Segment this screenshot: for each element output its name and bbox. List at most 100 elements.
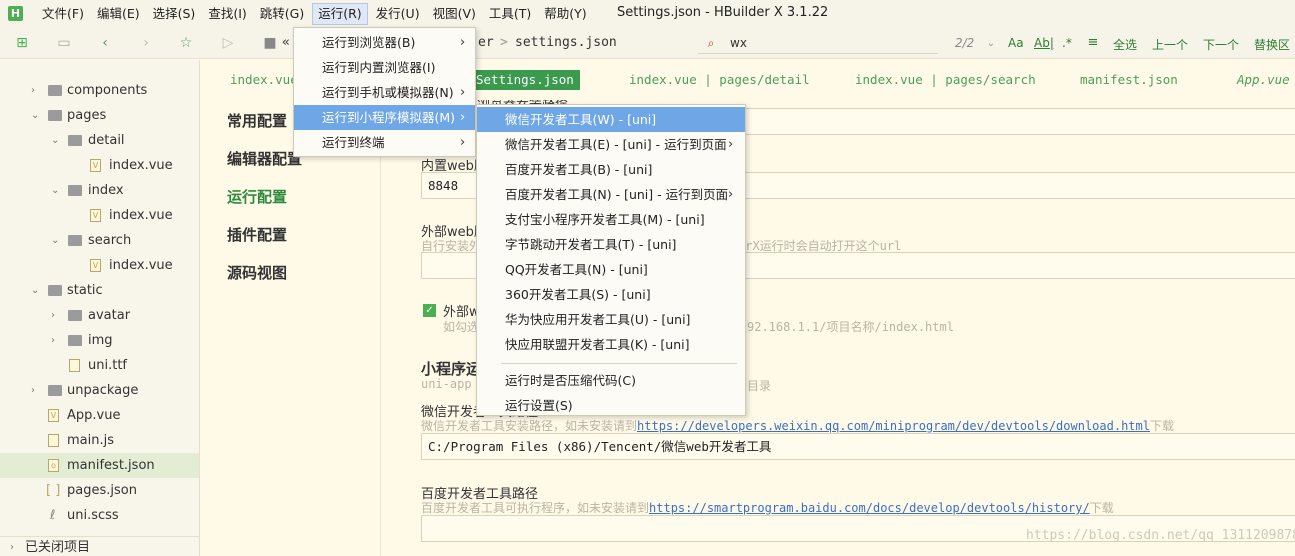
tree-item[interactable]: › components <box>0 78 199 103</box>
find-input[interactable]: wx <box>730 36 747 50</box>
menu-run-browser[interactable]: 运行到浏览器(B) › <box>294 30 475 55</box>
list-icon[interactable]: ≡ <box>1085 35 1101 51</box>
new-file-icon[interactable]: ⊞ <box>14 35 30 51</box>
wx-download-link[interactable]: https://developers.weixin.qq.com/minipro… <box>637 419 1150 433</box>
scss-file-icon: ℓ <box>50 508 56 523</box>
find-regex-toggle[interactable]: .* <box>1062 36 1072 50</box>
tree-item[interactable]: ⌄ index <box>0 178 199 203</box>
tab-manifest[interactable]: manifest.json <box>1080 70 1178 90</box>
chevron-down-icon[interactable]: ⌄ <box>983 36 999 52</box>
tree-item[interactable]: ⌄ pages <box>0 103 199 128</box>
chevron-right-icon[interactable]: › <box>31 378 35 403</box>
menu-baidu-devtools[interactable]: 百度开发者工具(B) - [uni] <box>477 157 745 182</box>
tree-item[interactable]: o manifest.json <box>0 453 199 478</box>
tree-item[interactable]: ℓ uni.scss <box>0 503 199 528</box>
menu-file[interactable]: 文件(F) <box>37 3 89 25</box>
baidu-download-link[interactable]: https://smartprogram.baidu.com/docs/deve… <box>649 501 1090 515</box>
replace-toggle[interactable]: 替换区 <box>1254 36 1290 53</box>
chevron-right-icon[interactable]: › <box>31 78 35 103</box>
window-title: Settings.json - HBuilder X 3.1.22 <box>617 5 829 20</box>
tree-item[interactable]: [ ] pages.json <box>0 478 199 503</box>
wx-path-field[interactable]: C:/Program Files (x86)/Tencent/微信web开发者工… <box>421 433 1295 460</box>
nav-run[interactable]: 运行配置 <box>227 186 287 207</box>
tree-item[interactable]: V index.vue <box>0 253 199 278</box>
chevron-right-icon: › <box>460 85 466 100</box>
menu-edit[interactable]: 编辑(E) <box>92 3 145 25</box>
find-word-toggle[interactable]: Ab| <box>1034 36 1054 50</box>
tree-item[interactable]: V App.vue <box>0 403 199 428</box>
tree-item[interactable]: › img <box>0 328 199 353</box>
menu-publish[interactable]: 发行(U) <box>371 3 425 25</box>
chevron-down-icon[interactable]: ⌄ <box>51 128 59 153</box>
breadcrumb-file[interactable]: settings.json <box>515 35 617 50</box>
find-case-toggle[interactable]: Aa <box>1008 36 1024 50</box>
tree-item[interactable]: uni.ttf <box>0 353 199 378</box>
menu-bytedance-devtools[interactable]: 字节跳动开发者工具(T) - [uni] <box>477 232 745 257</box>
find-select-all[interactable]: 全选 <box>1113 36 1137 53</box>
vue-file-icon: V <box>90 259 101 272</box>
wx-path-hint: 微信开发者工具安装路径，如未安装请到https://developers.wei… <box>421 419 1174 433</box>
menu-tools[interactable]: 工具(T) <box>484 3 536 25</box>
chevron-down-icon[interactable]: ⌄ <box>51 178 59 203</box>
chevron-right-icon[interactable]: › <box>51 303 55 328</box>
tab-app-vue[interactable]: App.vue <box>1237 70 1290 90</box>
menu-find[interactable]: 查找(I) <box>203 3 251 25</box>
tree-item[interactable]: V index.vue <box>0 153 199 178</box>
chevron-down-icon[interactable]: ⌄ <box>31 278 39 303</box>
tab-index-vue[interactable]: index.vue <box>230 70 298 90</box>
menu-wx-devtools-page[interactable]: 微信开发者工具(E) - [uni] - 运行到页面 › <box>477 132 745 157</box>
closed-projects[interactable]: › 已关闭项目 <box>0 536 200 556</box>
tab-settings-json[interactable]: Settings.json <box>470 70 580 90</box>
run-menu: 运行到浏览器(B) › 运行到内置浏览器(I) 运行到手机或模拟器(N) › 运行到… <box>293 27 476 157</box>
chevron-right-icon[interactable]: › <box>10 537 14 556</box>
menu-run-miniprogram[interactable]: 运行到小程序模拟器(M) › <box>294 105 475 130</box>
find-prev[interactable]: 上一个 <box>1152 36 1188 53</box>
menu-360-devtools[interactable]: 360开发者工具(S) - [uni] <box>477 282 745 307</box>
menu-run[interactable]: 运行(R) <box>312 2 368 25</box>
menu-run-terminal[interactable]: 运行到终端 › <box>294 130 475 155</box>
menu-goto[interactable]: 跳转(G) <box>255 3 309 25</box>
tree-item[interactable]: ⌄ static <box>0 278 199 303</box>
nav-editor[interactable]: 编辑器配置 <box>227 148 302 169</box>
menu-baidu-devtools-page[interactable]: 百度开发者工具(N) - [uni] - 运行到页面 › <box>477 182 745 207</box>
menu-run-device[interactable]: 运行到手机或模拟器(N) › <box>294 80 475 105</box>
menu-run-settings[interactable]: 运行设置(S) <box>477 393 745 418</box>
tree-item[interactable]: ⌄ search <box>0 228 199 253</box>
chevron-down-icon[interactable]: ⌄ <box>31 103 39 128</box>
nav-plugins[interactable]: 插件配置 <box>227 224 287 245</box>
tree-item[interactable]: › unpackage <box>0 378 199 403</box>
find-search-icon: ⌕ <box>707 36 715 50</box>
forward-icon[interactable]: › <box>138 35 154 51</box>
menu-wx-devtools[interactable]: 微信开发者工具(W) - [uni] <box>477 107 745 132</box>
tree-item[interactable]: main.js <box>0 428 199 453</box>
save-icon[interactable]: ▭ <box>56 35 72 51</box>
back-icon[interactable]: ‹ <box>97 35 113 51</box>
tab-search[interactable]: index.vue | pages/search <box>855 70 1036 90</box>
star-icon[interactable]: ☆ <box>178 35 194 51</box>
watermark: https://blog.csdn.net/qq_1311209878 <box>1026 528 1295 543</box>
external-server-checkbox[interactable]: ✓ <box>423 304 436 317</box>
nav-general[interactable]: 常用配置 <box>227 110 287 131</box>
tree-item[interactable]: V index.vue <box>0 203 199 228</box>
menu-alipay-devtools[interactable]: 支付宝小程序开发者工具(M) - [uni] <box>477 207 745 232</box>
chevron-down-icon[interactable]: ⌄ <box>51 228 59 253</box>
menu-view[interactable]: 视图(V) <box>428 3 481 25</box>
baidu-path-hint: 百度开发者工具可执行程序，如未安装请到https://smartprogram.… <box>421 501 1114 515</box>
tree-item[interactable]: › avatar <box>0 303 199 328</box>
menu-huawei-quickapp[interactable]: 华为快应用开发者工具(U) - [uni] <box>477 307 745 332</box>
tree-item[interactable]: ⌄ detail <box>0 128 199 153</box>
nav-source[interactable]: 源码视图 <box>227 262 287 283</box>
chevron-right-icon[interactable]: › <box>51 328 55 353</box>
run-icon[interactable]: ▷ <box>220 35 236 51</box>
menu-select[interactable]: 选择(S) <box>148 3 201 25</box>
breadcrumb-part[interactable]: er <box>478 35 494 50</box>
menu-qq-devtools[interactable]: QQ开发者工具(N) - [uni] <box>477 257 745 282</box>
external-checkbox-hint-end: 92.168.1.1/项目名称/index.html <box>747 320 954 334</box>
menu-help[interactable]: 帮助(Y) <box>539 3 591 25</box>
menu-run-builtin-browser[interactable]: 运行到内置浏览器(I) <box>294 55 475 80</box>
menu-quickapp-alliance[interactable]: 快应用联盟开发者工具(K) - [uni] <box>477 332 745 357</box>
file-icon <box>69 359 80 372</box>
find-next[interactable]: 下一个 <box>1203 36 1239 53</box>
tab-detail[interactable]: index.vue | pages/detail <box>629 70 810 90</box>
menu-compress-code[interactable]: 运行时是否压缩代码(C) <box>477 368 745 393</box>
